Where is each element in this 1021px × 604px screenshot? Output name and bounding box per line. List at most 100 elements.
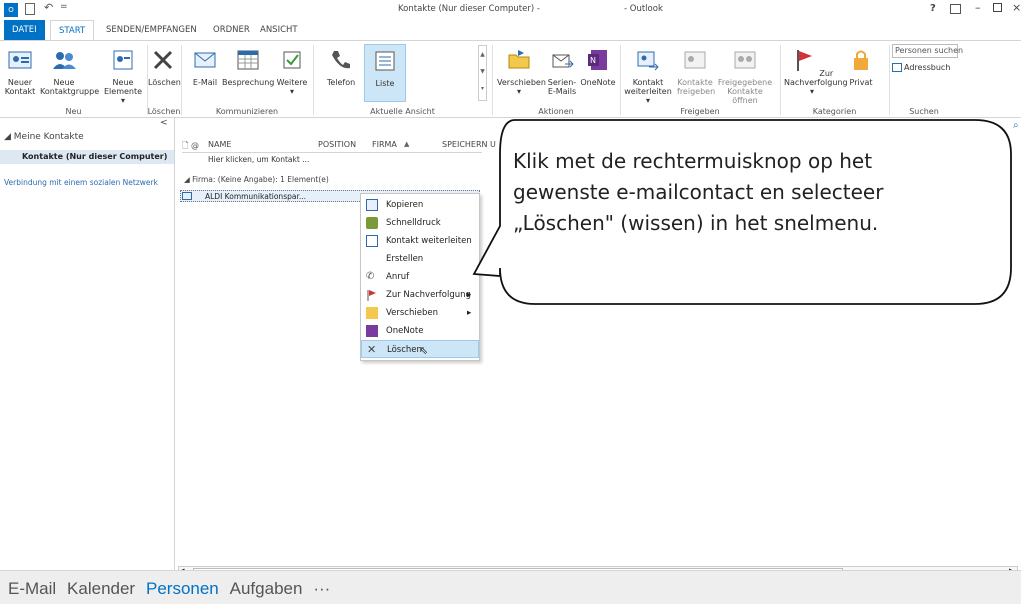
close-icon[interactable]: ×: [1012, 1, 1021, 14]
share-contacts-label: Kontakte freigeben: [677, 78, 716, 96]
private-button[interactable]: Privat: [845, 47, 877, 87]
my-contacts-header[interactable]: ◢ Meine Kontakte: [4, 132, 84, 142]
email-button[interactable]: E-Mail: [190, 47, 220, 87]
menu-item-erstellen[interactable]: Erstellen: [361, 250, 479, 268]
group-header-firma[interactable]: ◢ Firma: (Keine Angabe): 1 Element(e): [184, 175, 329, 184]
window-title-right: - Outlook: [624, 4, 663, 14]
flag-icon: [366, 289, 378, 301]
save-icon[interactable]: [25, 3, 35, 15]
onenote-label: OneNote: [580, 78, 616, 87]
new-items-button[interactable]: Neue Elemente ▾: [104, 47, 142, 105]
context-menu: Kopieren Schnelldruck Kontakt weiterleit…: [360, 193, 480, 361]
tab-senden-empfangen[interactable]: SENDEN/EMPFANGEN: [98, 20, 205, 41]
nav-kalender[interactable]: Kalender: [67, 579, 135, 599]
onenote-button[interactable]: N OneNote: [580, 47, 616, 87]
mail-merge-button[interactable]: Serien- E-Mails: [545, 47, 579, 96]
new-contact-label: Neuer Kontakt: [4, 78, 36, 96]
telefon-label: Telefon: [326, 78, 356, 87]
tab-datei[interactable]: DATEI: [4, 20, 45, 41]
column-name[interactable]: NAME: [208, 140, 231, 149]
address-book-button[interactable]: Adressbuch: [892, 61, 950, 75]
svg-text:N: N: [590, 56, 596, 65]
more-icon: [283, 51, 301, 69]
folder-kontakte-selected[interactable]: Kontakte (Nur dieser Computer): [0, 150, 174, 164]
tab-ansicht[interactable]: ANSICHT: [252, 20, 306, 41]
nav-personen[interactable]: Personen: [146, 579, 219, 599]
forward-contact-button[interactable]: Kontakt weiterleiten ▾: [622, 47, 674, 105]
undo-icon[interactable]: ↶: [44, 1, 53, 14]
menu-item-schnelldruck[interactable]: Schnelldruck: [361, 214, 479, 232]
delete-label: Löschen: [148, 78, 181, 87]
menu-label: Zur Nachverfolgung: [386, 290, 471, 300]
menu-label: Erstellen: [386, 254, 424, 264]
move-button[interactable]: Verschieben ▾: [497, 47, 546, 96]
address-book-icon: [892, 63, 902, 72]
menu-label: OneNote: [386, 326, 424, 336]
email-label: E-Mail: [192, 78, 218, 87]
menu-item-nachverfolgung[interactable]: Zur Nachverfolgung ▸: [361, 286, 479, 304]
view-liste-button[interactable]: Liste: [364, 44, 406, 102]
view-gallery-scroll[interactable]: ▲ ▼ ▾: [478, 45, 487, 101]
menu-label: Kontakt weiterleiten: [386, 236, 472, 246]
nav-more-button[interactable]: ···: [313, 579, 330, 599]
menu-item-onenote[interactable]: OneNote: [361, 322, 479, 340]
help-button[interactable]: ?: [930, 3, 936, 14]
forward-icon: [366, 235, 378, 247]
click-to-add-contact-row[interactable]: Hier klicken, um Kontakt ...: [208, 155, 309, 164]
connect-social-network-link[interactable]: Verbindung mit einem sozialen Netzwerk: [4, 178, 158, 187]
onenote-icon: [366, 325, 378, 337]
group-label-kategorien: Kategorien: [812, 107, 857, 116]
search-icon[interactable]: ⌕: [1013, 120, 1019, 131]
callout-text: Klik met de rechtermuisknop op het gewen…: [513, 149, 884, 235]
menu-item-anruf[interactable]: ✆ Anruf: [361, 268, 479, 286]
menu-item-kopieren[interactable]: Kopieren: [361, 196, 479, 214]
column-firma[interactable]: FIRMA: [372, 140, 397, 149]
qat-customize-icon[interactable]: =: [60, 2, 68, 12]
menu-item-loeschen[interactable]: ✕ Löschen ⇖: [361, 340, 479, 358]
new-group-button[interactable]: Neue Kontaktgruppe: [40, 47, 99, 96]
new-contact-button[interactable]: Neuer Kontakt: [3, 47, 37, 96]
nav-email[interactable]: E-Mail: [8, 579, 56, 599]
menu-label: Löschen: [387, 345, 422, 355]
delete-button[interactable]: Löschen: [148, 47, 181, 87]
ribbon: Neuer Kontakt Neue Kontaktgruppe Neue El…: [0, 40, 1021, 118]
view-telefon-button[interactable]: Telefon: [318, 47, 364, 87]
group-icon: [53, 52, 76, 69]
more-button[interactable]: Weitere ▾: [275, 47, 309, 96]
mail-merge-icon: [552, 54, 574, 68]
email-icon: [194, 52, 216, 68]
menu-item-verschieben[interactable]: Verschieben ▸: [361, 304, 479, 322]
tab-start[interactable]: START: [50, 20, 95, 41]
forward-contact-icon: [637, 51, 659, 71]
collapse-pane-button[interactable]: <: [160, 118, 168, 128]
follow-up-button[interactable]: Zur Nachverfolgung ▾: [784, 47, 848, 96]
group-divider: [181, 45, 182, 115]
restore-icon[interactable]: [993, 3, 1002, 12]
nav-aufgaben[interactable]: Aufgaben: [230, 579, 303, 599]
tab-ordner[interactable]: ORDNER: [205, 20, 258, 41]
meeting-label: Besprechung: [222, 78, 275, 87]
folder-move-icon: [508, 50, 530, 69]
liste-label: Liste: [375, 79, 395, 88]
group-divider: [889, 45, 890, 115]
new-items-label: Neue Elemente ▾: [104, 78, 143, 105]
minimize-icon[interactable]: –: [975, 1, 981, 14]
more-label: Weitere ▾: [276, 78, 308, 96]
group-label-loeschen: Löschen: [147, 107, 181, 116]
menu-label: Verschieben: [386, 308, 438, 318]
move-label: Verschieben ▾: [497, 78, 546, 96]
open-shared-contacts-label: Freigegebene Kontakte öffnen: [717, 78, 773, 105]
phone-icon: [332, 51, 350, 69]
menu-label: Schnelldruck: [386, 218, 441, 228]
ribbon-display-icon[interactable]: [950, 4, 961, 14]
group-divider: [620, 45, 621, 115]
meeting-button[interactable]: Besprechung: [222, 47, 274, 87]
copy-icon: [366, 199, 378, 211]
menu-item-kontakt-weiterleiten[interactable]: Kontakt weiterleiten: [361, 232, 479, 250]
calendar-icon: [237, 50, 259, 70]
column-position[interactable]: POSITION: [318, 140, 356, 149]
search-people-input[interactable]: Personen suchen: [892, 44, 963, 58]
share-contacts-button[interactable]: Kontakte freigeben: [677, 47, 716, 96]
group-divider: [492, 45, 493, 115]
open-shared-contacts-button[interactable]: Freigegebene Kontakte öffnen: [714, 47, 776, 105]
